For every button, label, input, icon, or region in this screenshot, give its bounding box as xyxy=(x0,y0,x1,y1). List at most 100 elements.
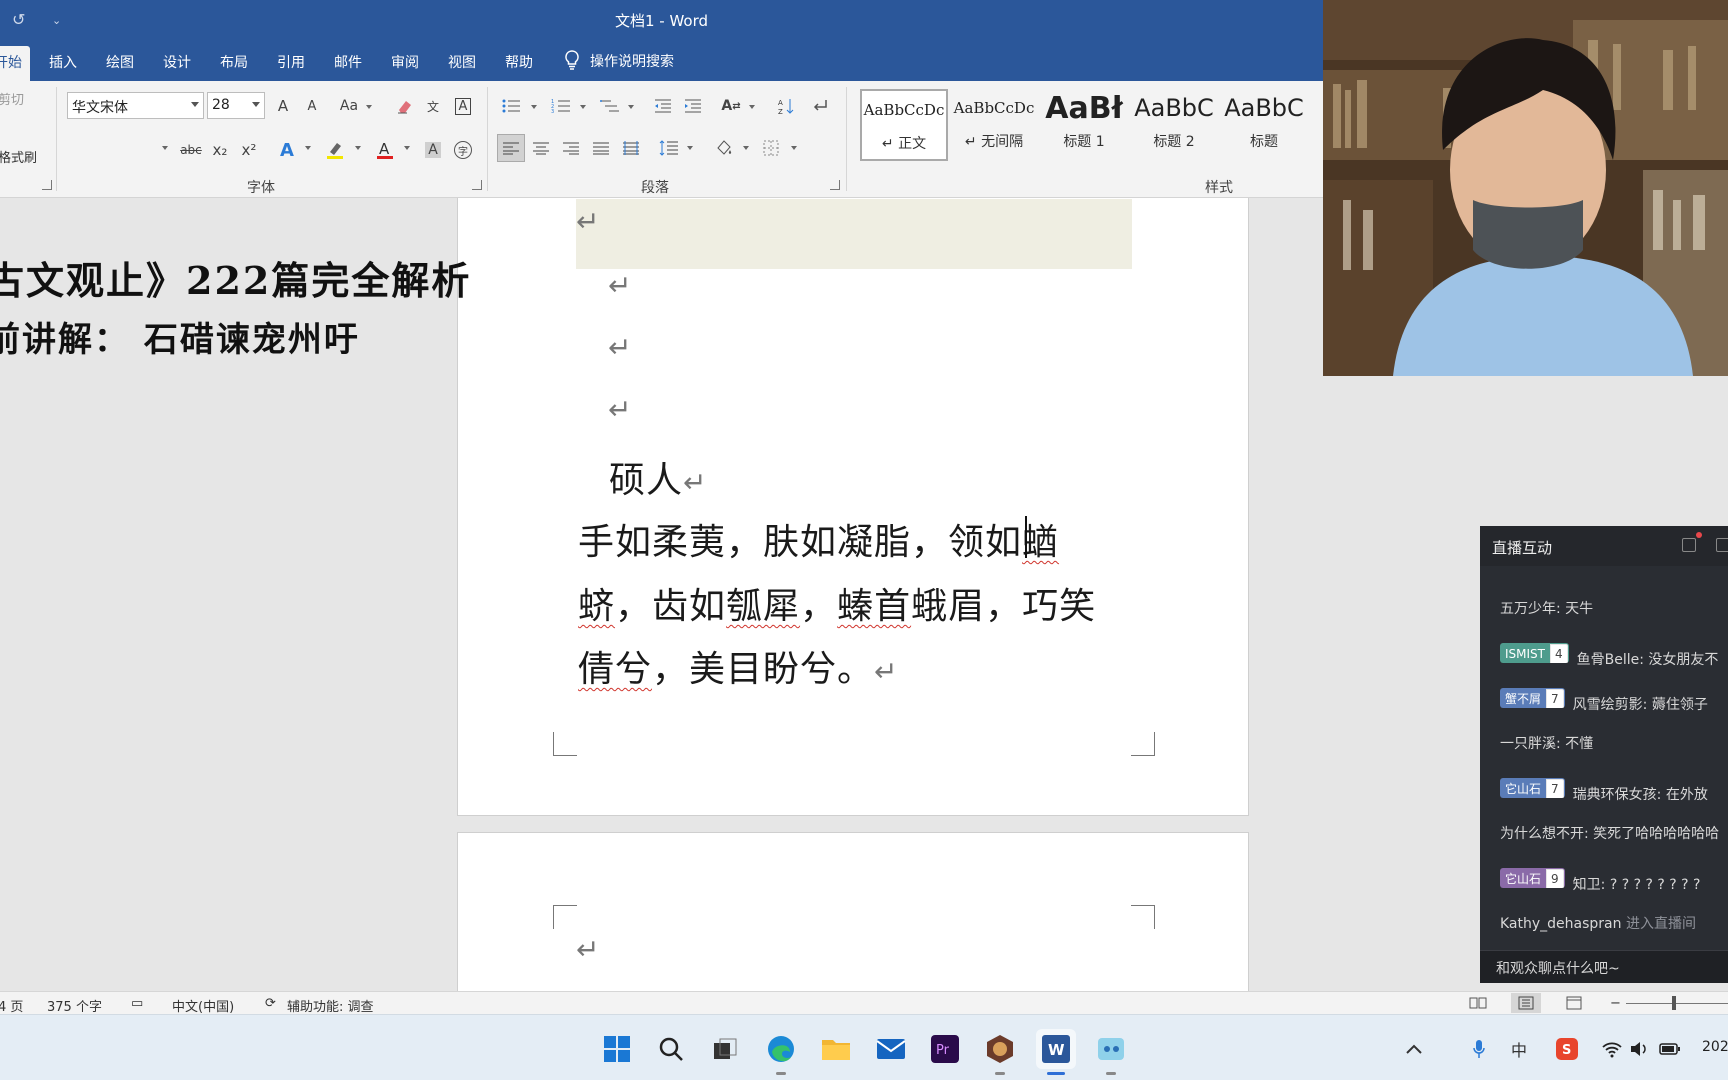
strikethrough-icon[interactable]: abc xyxy=(178,137,204,163)
print-layout-icon[interactable] xyxy=(1511,993,1541,1013)
style-name: 标题 2 xyxy=(1153,134,1195,150)
highlight-color-icon[interactable] xyxy=(322,137,348,163)
tab-references[interactable]: 引用 xyxy=(277,52,305,72)
paragraph-mark: ↵ xyxy=(683,466,708,499)
font-name-select[interactable]: 华文宋体 xyxy=(67,92,204,119)
spelling-error[interactable]: 倩兮 xyxy=(578,649,652,690)
shading-icon[interactable] xyxy=(711,135,737,161)
clear-formatting-icon[interactable] xyxy=(392,93,418,119)
style-heading-2[interactable]: AaBbC 标题 2 xyxy=(1130,89,1218,161)
chat-title: 直播互动 xyxy=(1492,539,1553,557)
phonetic-guide-icon[interactable]: 文 xyxy=(420,93,446,119)
edge-browser-icon[interactable] xyxy=(761,1029,801,1075)
read-mode-icon[interactable] xyxy=(1463,993,1493,1013)
shrink-font-icon[interactable]: A xyxy=(299,93,325,119)
margin-corner xyxy=(553,905,577,929)
subscript-icon[interactable]: x₂ xyxy=(207,137,233,163)
character-border-icon[interactable]: A xyxy=(450,93,476,119)
word-icon[interactable]: W xyxy=(1036,1029,1076,1075)
zoom-slider[interactable] xyxy=(1626,1003,1728,1004)
paragraph-mark: ↵ xyxy=(576,933,600,966)
word-count[interactable]: 375 个字 xyxy=(47,996,102,1015)
sort-icon[interactable]: AZ xyxy=(773,93,799,119)
increase-indent-icon[interactable] xyxy=(680,93,706,119)
numbering-icon[interactable]: 123 xyxy=(548,93,574,119)
style-heading-1[interactable]: AaBł 标题 1 xyxy=(1040,89,1128,161)
font-color-icon[interactable]: A xyxy=(372,137,398,163)
style-normal[interactable]: AaBbCcDc ↵ 正文 xyxy=(860,89,948,161)
font-launcher-icon[interactable] xyxy=(472,180,482,190)
wifi-icon[interactable] xyxy=(1600,1037,1624,1061)
zoom-out-button[interactable]: − xyxy=(1610,996,1621,1011)
bullets-icon[interactable] xyxy=(498,93,524,119)
align-left-icon[interactable] xyxy=(497,134,525,162)
tab-layout[interactable]: 布局 xyxy=(220,52,248,72)
show-formatting-marks-icon[interactable] xyxy=(807,93,833,119)
tell-me-search[interactable]: 操作说明搜索 xyxy=(564,50,674,71)
align-right-icon[interactable] xyxy=(558,135,584,161)
character-shading-icon[interactable]: A xyxy=(420,137,446,163)
multilevel-list-icon[interactable] xyxy=(597,93,623,119)
chat-message: 为什么想不开: 笑死了哈哈哈哈哈哈 xyxy=(1500,826,1720,842)
style-title[interactable]: AaBbC 标题 xyxy=(1220,89,1308,161)
web-layout-icon[interactable] xyxy=(1559,993,1589,1013)
tab-home[interactable]: 开始 xyxy=(0,46,30,81)
clock[interactable]: 202 xyxy=(1702,1039,1728,1055)
justify-icon[interactable] xyxy=(588,135,614,161)
file-explorer-icon[interactable] xyxy=(816,1029,856,1069)
clipboard-launcher-icon[interactable] xyxy=(42,180,52,190)
sogou-icon[interactable]: S xyxy=(1555,1037,1579,1061)
spelling-error[interactable]: 瓠犀 xyxy=(726,586,800,627)
borders-icon[interactable] xyxy=(758,135,784,161)
lock-icon[interactable] xyxy=(1716,538,1728,552)
search-icon[interactable] xyxy=(651,1029,691,1069)
task-view-icon[interactable] xyxy=(705,1029,745,1069)
mail-icon[interactable] xyxy=(871,1029,911,1069)
language-indicator[interactable]: 中文(中国) xyxy=(172,996,234,1015)
obs-icon[interactable] xyxy=(980,1029,1020,1075)
chat-input[interactable]: 和观众聊点什么吧~ xyxy=(1480,950,1728,983)
tab-review[interactable]: 审阅 xyxy=(391,52,419,72)
font-size-select[interactable]: 28 xyxy=(207,92,265,119)
grow-font-icon[interactable]: A xyxy=(270,93,296,119)
spelling-error[interactable]: 蛴 xyxy=(578,586,615,627)
distributed-icon[interactable] xyxy=(618,135,644,161)
tab-insert[interactable]: 插入 xyxy=(49,52,77,72)
tab-design[interactable]: 设计 xyxy=(163,52,191,72)
tab-view[interactable]: 视图 xyxy=(448,52,476,72)
notification-dot xyxy=(1696,532,1702,538)
cut-button[interactable]: 剪切 xyxy=(0,89,24,108)
microphone-icon[interactable] xyxy=(1467,1037,1491,1061)
proofing-icon[interactable]: ▭ xyxy=(131,996,143,1011)
volume-icon[interactable] xyxy=(1628,1037,1652,1061)
superscript-icon[interactable]: x² xyxy=(236,137,262,163)
spelling-error[interactable]: 蝤 xyxy=(1022,522,1059,563)
tab-help[interactable]: 帮助 xyxy=(505,52,533,72)
spelling-error[interactable]: 螓首 xyxy=(837,586,911,627)
chevron-up-icon[interactable] xyxy=(1402,1037,1426,1061)
input-method-icon[interactable]: 中 xyxy=(1507,1037,1531,1061)
change-case-icon[interactable]: Aa xyxy=(336,93,362,119)
live-streaming-app-icon[interactable] xyxy=(1091,1029,1131,1075)
zoom-slider-thumb[interactable] xyxy=(1672,996,1676,1010)
enclose-characters-icon[interactable]: 字 xyxy=(450,137,476,163)
line-spacing-icon[interactable] xyxy=(656,135,682,161)
battery-icon[interactable] xyxy=(1658,1037,1682,1061)
start-button[interactable] xyxy=(597,1029,637,1069)
tab-mailings[interactable]: 邮件 xyxy=(334,52,362,72)
accessibility-status[interactable]: 辅助功能: 调查 xyxy=(287,996,374,1015)
document-page[interactable]: ↵ xyxy=(457,832,1249,991)
page-count[interactable]: 4 页 xyxy=(0,996,23,1015)
decrease-indent-icon[interactable] xyxy=(650,93,676,119)
format-painter-button[interactable]: 格式刷 xyxy=(0,147,37,166)
popout-icon[interactable] xyxy=(1682,538,1696,552)
tab-draw[interactable]: 绘图 xyxy=(106,52,134,72)
document-page[interactable]: ↵ ↵ ↵ ↵ 硕人↵ 手如柔荑，肤如凝脂，领如蝤 蛴，齿如瓠犀，螓首蛾眉，巧笑… xyxy=(457,198,1249,816)
premiere-pro-icon[interactable]: Pr xyxy=(925,1029,965,1069)
align-center-icon[interactable] xyxy=(528,135,554,161)
paragraph-launcher-icon[interactable] xyxy=(830,180,840,190)
text-effects-icon[interactable]: A xyxy=(274,137,300,163)
style-no-spacing[interactable]: AaBbCcDc ↵ 无间隔 xyxy=(950,89,1038,161)
chat-message: 蟹不屑 7 风雪绘剪影: 薅住领子 xyxy=(1500,688,1708,714)
chinese-layout-icon[interactable]: A ⇄ xyxy=(718,93,744,119)
